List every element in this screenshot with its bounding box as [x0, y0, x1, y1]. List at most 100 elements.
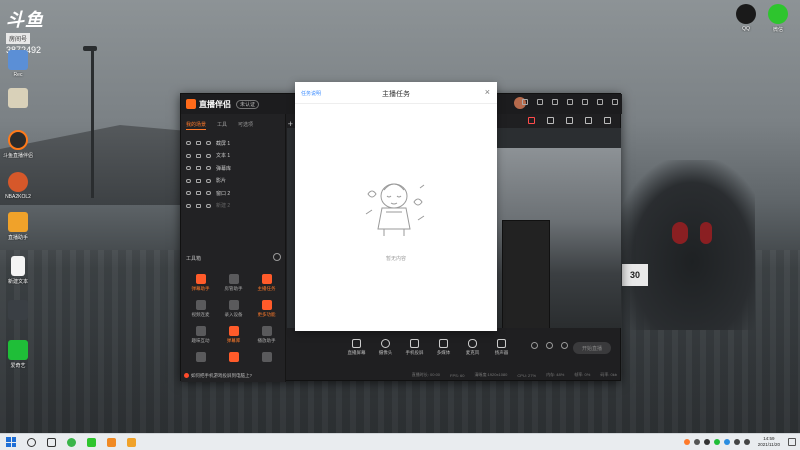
desktop-icon-2[interactable]	[0, 88, 36, 110]
tool-button[interactable]: 视频连麦	[184, 297, 217, 318]
speaker-button[interactable]: 扬声器	[490, 334, 513, 356]
lock-icon[interactable]	[196, 178, 201, 183]
desktop-icon-label: NBA2KOL2	[5, 194, 31, 200]
douyu-taskbar-icon[interactable]	[107, 437, 116, 447]
tab-options[interactable]: 可选项	[238, 121, 253, 130]
network-icon[interactable]	[733, 439, 740, 445]
eye-icon[interactable]	[186, 153, 191, 158]
desktop-icon-7[interactable]	[0, 300, 36, 322]
phone-cast-button[interactable]: 手机投屏	[403, 334, 426, 356]
assistant-taskbar-icon[interactable]	[127, 437, 136, 447]
tray-qq-icon[interactable]	[723, 439, 730, 445]
eye-icon[interactable]	[186, 203, 191, 208]
tool-button[interactable]: 弹幕助手	[184, 271, 217, 292]
scene-item[interactable]: 弹幕库	[186, 162, 280, 175]
scene-type-icon	[206, 203, 211, 208]
tool-button[interactable]	[250, 349, 283, 364]
tray-douyu-icon[interactable]	[683, 439, 690, 445]
browser-icon[interactable]	[67, 437, 76, 447]
tab-my-scenes[interactable]: 我的场景	[186, 121, 207, 130]
lock-icon[interactable]	[196, 141, 201, 146]
lock-icon[interactable]	[196, 203, 201, 208]
wallpaper-car	[615, 160, 755, 330]
clock[interactable]: 14:59 2021/11/20	[758, 436, 780, 448]
desktop-icon-qq[interactable]: QQ	[728, 4, 764, 32]
tool-button[interactable]: 房管助手	[217, 271, 250, 292]
tray-arrow-icon[interactable]	[693, 439, 700, 445]
button-label: 多媒体	[436, 350, 451, 355]
tool-button[interactable]: 主播任务	[250, 271, 283, 292]
tool-label: 主播任务	[257, 286, 276, 291]
iqiyi-icon	[8, 340, 28, 360]
record-icon[interactable]	[528, 117, 535, 124]
notice-text: 如何把手机游戏投屏到电脑上?	[191, 372, 253, 378]
windows-start-icon[interactable]	[6, 437, 16, 447]
eye-icon[interactable]	[186, 191, 191, 196]
desktop-icon-rec[interactable]: Rec	[0, 50, 36, 78]
scene-tabs: 我的场景 工具 可选项	[181, 114, 285, 135]
task-view-icon[interactable]	[47, 437, 56, 447]
minimize-icon[interactable]	[582, 99, 588, 105]
desktop-icon-douyu-assistant[interactable]: 斗鱼直播伴侣	[0, 130, 36, 159]
maximize-icon[interactable]	[597, 99, 603, 105]
tool-button[interactable]: 趣味互动	[184, 323, 217, 344]
desktop-icon-assistant[interactable]: 直播助手	[0, 212, 36, 241]
search-icon[interactable]	[27, 437, 36, 447]
close-icon[interactable]	[612, 99, 618, 105]
tray-app-icon[interactable]	[703, 439, 710, 445]
auth-badge[interactable]: 未认证	[236, 99, 260, 109]
tray-wechat-icon[interactable]	[713, 439, 720, 445]
tool-button[interactable]: 录入设备	[217, 297, 250, 318]
tool-label: 视频连麦	[191, 312, 210, 317]
scene-item[interactable]: 新建 2	[186, 200, 280, 213]
go-live-button[interactable]: 开始直播	[573, 342, 611, 354]
eye-icon[interactable]	[186, 141, 191, 146]
volume-icon[interactable]	[743, 439, 750, 445]
tab-tools[interactable]: 工具	[217, 121, 227, 130]
settings-icon[interactable]	[561, 342, 568, 349]
mic-button[interactable]: 麦克风	[461, 334, 484, 356]
camera-button[interactable]: 摄像头	[374, 334, 397, 356]
message-icon[interactable]	[537, 99, 543, 105]
status-item: CPU: 27%	[517, 372, 537, 378]
record-video-icon[interactable]	[531, 342, 538, 349]
screen-button[interactable]: 直播屏幕	[345, 334, 368, 356]
media-button[interactable]: 多媒体	[432, 334, 455, 356]
notice-bar[interactable]: 如何把手机游戏投屏到电脑上?	[184, 371, 284, 380]
eye-icon[interactable]	[186, 166, 191, 171]
tool-button[interactable]: 播放助手	[250, 323, 283, 344]
lock-icon[interactable]	[196, 153, 201, 158]
scene-item[interactable]: 文本 1	[186, 150, 280, 163]
close-icon[interactable]: ×	[485, 87, 490, 97]
notification-icon[interactable]	[788, 438, 796, 446]
menu-icon[interactable]	[567, 99, 573, 105]
bell-icon[interactable]	[585, 117, 592, 124]
desktop-icon-label: 直播助手	[7, 235, 28, 241]
desktop-icon-textfile[interactable]: 新建文本	[0, 256, 36, 285]
power-icon[interactable]	[546, 342, 553, 349]
tool-button[interactable]	[217, 349, 250, 364]
scene-label: 弹幕库	[216, 165, 232, 172]
scene-item[interactable]: 截屏 1	[186, 137, 280, 150]
chat-icon[interactable]	[522, 99, 528, 105]
douyu-assistant-icon	[8, 130, 28, 150]
eye-icon[interactable]	[186, 178, 191, 183]
wechat-taskbar-icon[interactable]	[87, 437, 96, 447]
desktop-icon-wechat[interactable]: 微信	[760, 4, 796, 33]
rec-app-icon	[8, 50, 28, 70]
gift-icon[interactable]	[552, 99, 558, 105]
scene-item[interactable]: 窗口 2	[186, 187, 280, 200]
desktop-icon-iqiyi[interactable]: 爱奇艺	[0, 340, 36, 369]
tool-button[interactable]: 弹幕库	[217, 323, 250, 344]
lock-icon[interactable]	[196, 166, 201, 171]
scene-item[interactable]: 影片	[186, 175, 280, 188]
share-icon[interactable]	[604, 117, 611, 124]
screen-icon	[352, 339, 361, 348]
layout-icon[interactable]	[566, 117, 573, 124]
tool-button[interactable]	[184, 349, 217, 364]
lock-icon[interactable]	[547, 117, 554, 124]
lock-icon[interactable]	[196, 191, 201, 196]
tool-button[interactable]: 更多功能	[250, 297, 283, 318]
desktop-icon-nba2k[interactable]: NBA2KOL2	[0, 172, 36, 200]
collapse-icon[interactable]	[273, 253, 281, 261]
